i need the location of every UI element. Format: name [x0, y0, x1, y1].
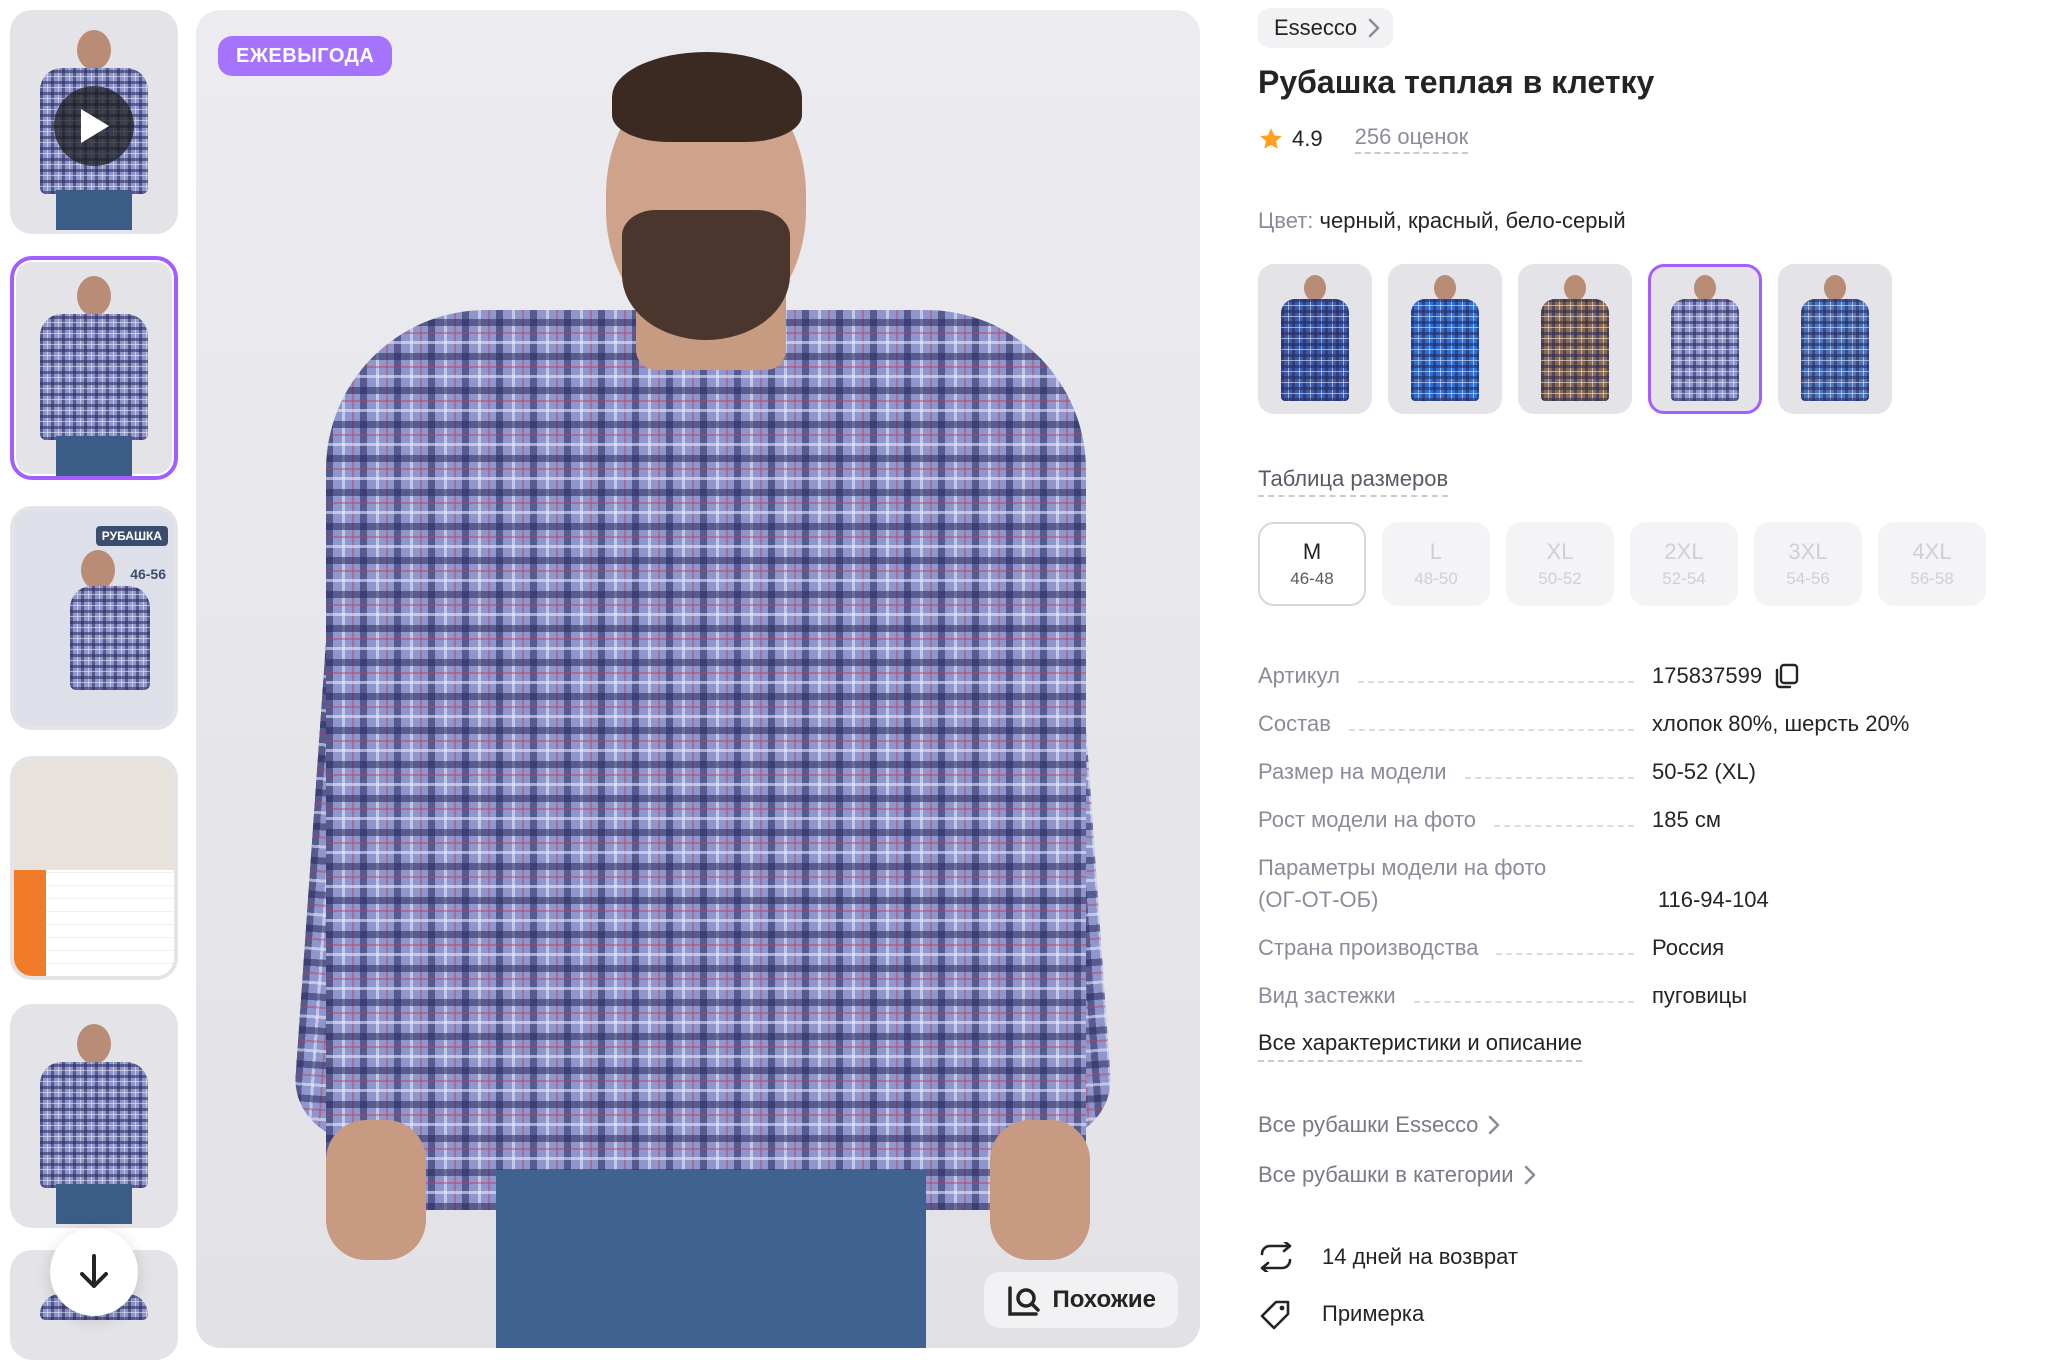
thumbnail-strip: РУБАШКА 46-56 КАШЕМИР	[0, 0, 190, 1360]
similar-label: Похожие	[1052, 1286, 1156, 1313]
thumbnail-size-chart[interactable]	[10, 756, 178, 980]
size-label: L	[1429, 539, 1443, 564]
perk-return: 14 дней на возврат	[1258, 1242, 1518, 1272]
size-label: M	[1302, 539, 1322, 564]
arrow-down-icon	[80, 1254, 108, 1288]
size-option-3xl[interactable]: 3XL 54-56	[1754, 522, 1862, 606]
brand-name: Essecco	[1274, 15, 1358, 40]
thumbnail-promo-banner[interactable]: РУБАШКА 46-56 КАШЕМИР	[10, 506, 178, 730]
spec-row-model-height: Рост модели на фото 185 см	[1258, 804, 1968, 836]
color-swatch-5[interactable]	[1778, 264, 1892, 414]
specs-list: Артикул 175837599 Состав хлопок 80%, шер…	[1258, 660, 1968, 1062]
color-label: Цвет:	[1258, 208, 1314, 233]
color-value: черный, красный, бело-серый	[1319, 208, 1626, 233]
size-label: 2XL	[1664, 539, 1704, 564]
spec-key: Состав	[1258, 711, 1331, 736]
size-range: 48-50	[1414, 569, 1458, 588]
spec-row-model-size: Размер на модели 50-52 (XL)	[1258, 756, 1968, 788]
play-icon[interactable]	[54, 86, 134, 166]
color-swatch-4-selected[interactable]	[1648, 264, 1762, 414]
spec-value: 175837599	[1652, 663, 1763, 688]
spec-row-article: Артикул 175837599	[1258, 660, 1968, 692]
product-title: Рубашка теплая в клетку	[1258, 64, 1655, 100]
size-range: 52-54	[1662, 569, 1706, 588]
scroll-down-button[interactable]	[50, 1228, 138, 1316]
chevron-right-icon	[1489, 1115, 1500, 1135]
spec-row-composition: Состав хлопок 80%, шерсть 20%	[1258, 708, 1968, 740]
size-label: XL	[1546, 539, 1574, 564]
spec-key: Размер на модели	[1258, 759, 1447, 784]
spec-value: 50-52 (XL)	[1652, 759, 1756, 784]
all-characteristics-link[interactable]: Все характеристики и описание	[1258, 1030, 1583, 1062]
spec-key: Параметры модели на фото (ОГ-ОТ-ОБ)	[1258, 855, 1547, 912]
spec-key: Вид застежки	[1258, 983, 1396, 1008]
similar-button[interactable]: Похожие	[984, 1272, 1178, 1328]
spec-value: 116-94-104	[1657, 887, 1769, 912]
return-arrows-icon	[1260, 1242, 1292, 1272]
size-option-m[interactable]: M 46-48	[1258, 522, 1366, 606]
size-label: 3XL	[1788, 539, 1828, 564]
promo-vertical-text: КАШЕМИР	[10, 547, 19, 676]
main-product-photo[interactable]: ЕЖЕВЫГОДА Похожие	[196, 10, 1200, 1348]
color-swatch-1[interactable]	[1258, 264, 1372, 414]
all-category-shirts-link[interactable]: Все рубашки в категории	[1258, 1162, 1536, 1188]
model-photo	[196, 10, 1200, 1348]
spec-row-fastener: Вид застежки пуговицы	[1258, 980, 1968, 1012]
spec-value: Россия	[1652, 935, 1725, 960]
size-label: 4XL	[1912, 539, 1952, 564]
perk-fitting-label: Примерка	[1322, 1301, 1425, 1326]
spec-row-model-params: Параметры модели на фото (ОГ-ОТ-ОБ) 116-…	[1258, 852, 1968, 916]
size-option-xl[interactable]: XL 50-52	[1506, 522, 1614, 606]
chevron-right-icon	[1524, 1165, 1535, 1185]
link-label: Все рубашки в категории	[1258, 1162, 1514, 1187]
spec-key: Страна производства	[1258, 935, 1479, 960]
thumbnail-photo-active[interactable]	[10, 256, 178, 480]
all-brand-shirts-link[interactable]: Все рубашки Essecco	[1258, 1112, 1500, 1138]
size-table-link[interactable]: Таблица размеров	[1258, 466, 1449, 497]
thumbnail-video[interactable]	[10, 10, 178, 234]
spec-row-country: Страна производства Россия	[1258, 932, 1968, 964]
brand-chip[interactable]: Essecco	[1258, 8, 1394, 48]
spec-value: хлопок 80%, шерсть 20%	[1652, 711, 1910, 736]
spec-value: 185 см	[1652, 807, 1721, 832]
promo-tag: РУБАШКА	[95, 526, 168, 546]
spec-key: Артикул	[1258, 663, 1341, 688]
size-option-l[interactable]: L 48-50	[1382, 522, 1490, 606]
size-range: 54-56	[1786, 569, 1830, 588]
size-option-4xl[interactable]: 4XL 56-58	[1878, 522, 1986, 606]
product-info: Essecco Рубашка теплая в клетку 4.9 256 …	[1258, 0, 2046, 1358]
chevron-right-icon	[1368, 18, 1380, 38]
spec-value: пуговицы	[1652, 983, 1748, 1008]
color-line: Цвет: черный, красный, бело-серый	[1258, 208, 1626, 234]
copy-icon[interactable]	[1772, 662, 1800, 690]
size-range: 56-58	[1910, 569, 1954, 588]
tag-icon	[1260, 1300, 1290, 1330]
similar-search-icon	[1008, 1286, 1041, 1316]
color-swatch-2[interactable]	[1388, 264, 1502, 414]
promo-badge: ЕЖЕВЫГОДА	[218, 36, 393, 76]
color-swatch-3[interactable]	[1518, 264, 1632, 414]
link-label: Все рубашки Essecco	[1258, 1112, 1479, 1137]
promo-sizes: 46-56	[130, 566, 166, 582]
star-icon	[1260, 128, 1282, 149]
size-option-2xl[interactable]: 2XL 52-54	[1630, 522, 1738, 606]
perk-fitting: Примерка	[1258, 1298, 1424, 1330]
rating-value: 4.9	[1292, 126, 1323, 151]
size-range: 46-48	[1290, 569, 1334, 588]
spec-key: Рост модели на фото	[1258, 807, 1477, 832]
thumbnail-photo-seated[interactable]	[10, 1004, 178, 1228]
size-range: 50-52	[1538, 569, 1582, 588]
color-swatches	[1258, 264, 1892, 414]
rating-row: 4.9 256 оценок	[1258, 124, 1469, 154]
size-selector: M 46-48 L 48-50 XL 50-52 2XL 52-54 3XL 5…	[1258, 522, 1986, 606]
perk-return-label: 14 дней на возврат	[1322, 1244, 1518, 1269]
reviews-link[interactable]: 256 оценок	[1354, 124, 1469, 154]
